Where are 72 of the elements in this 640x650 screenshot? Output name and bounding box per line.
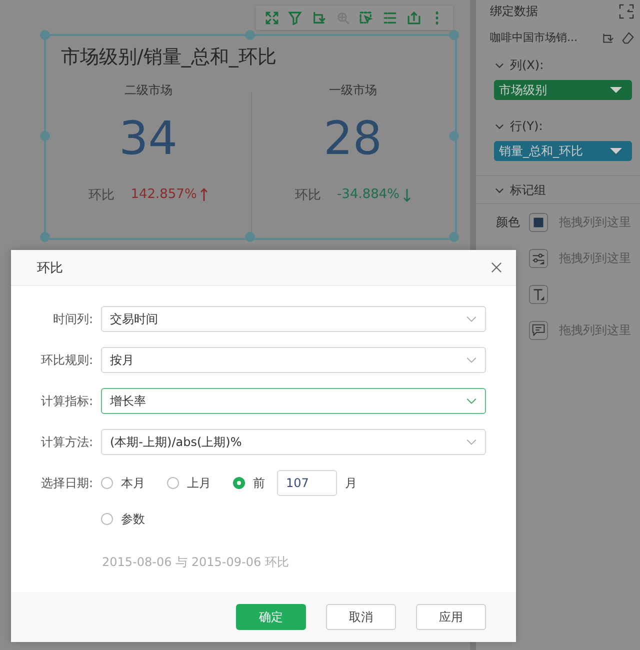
number-input[interactable]: 107 (277, 470, 337, 496)
export-icon[interactable] (406, 11, 421, 25)
close-icon[interactable] (491, 262, 502, 273)
card-title: 市场级别/销量_总和_环比 (60, 45, 278, 70)
option-label[interactable]: 参数 (121, 510, 145, 528)
field-label: 计算方法: (40, 434, 93, 450)
chevron-down-icon[interactable] (495, 61, 504, 70)
resize-handle[interactable] (449, 131, 459, 141)
resize-handle[interactable] (244, 232, 254, 242)
radio-button[interactable] (101, 477, 113, 489)
swap-icon[interactable] (619, 4, 634, 18)
dataset-name: 咖啡中国市场销... (490, 30, 578, 45)
dialog-title: 环比 (37, 260, 63, 276)
option-label[interactable]: 前 (253, 474, 265, 492)
dialog-button[interactable]: 应用 (416, 604, 486, 630)
compare-label: 环比 (294, 186, 321, 204)
metric-value: 28 (323, 113, 382, 164)
option-label[interactable]: 本月 (121, 474, 145, 492)
field-label: 选择日期: (40, 475, 93, 492)
list-icon[interactable] (382, 11, 397, 25)
slider-icon[interactable] (529, 248, 548, 268)
chevron-down-icon[interactable] (495, 122, 504, 131)
resize-handle[interactable] (244, 30, 254, 40)
select-field[interactable]: 按月 (101, 347, 486, 373)
change-value: 142.857% (130, 187, 197, 202)
select-field[interactable]: 增长率 (101, 388, 486, 414)
swap-axes-icon[interactable] (312, 11, 326, 25)
section-label: 行(Y): (510, 118, 543, 135)
chevron-down-icon[interactable] (466, 316, 477, 322)
field-pill[interactable]: 市场级别 (494, 80, 632, 100)
radio-button[interactable] (167, 477, 179, 489)
compare-label: 环比 (88, 186, 115, 204)
text-icon[interactable] (529, 284, 548, 304)
switch-dataset-icon[interactable] (602, 32, 614, 44)
color-swatch-icon[interactable] (529, 212, 548, 232)
field-label: 时间列: (52, 310, 93, 328)
panel-title: 绑定数据 (490, 2, 538, 20)
unit-label: 月 (345, 474, 357, 492)
field-label: 环比规则: (40, 352, 93, 368)
chevron-down-icon[interactable] (466, 398, 477, 404)
expand-icon[interactable] (264, 11, 279, 25)
tooltip-icon[interactable] (529, 320, 548, 340)
select-field[interactable]: 交易时间 (101, 306, 486, 332)
resize-handle[interactable] (40, 30, 50, 40)
metric-value: 34 (118, 113, 178, 164)
drop-zone-hint: 拖拽列到这里 (559, 214, 631, 230)
summary-text: 2015-08-06 与 2015-09-06 环比 (102, 554, 290, 571)
dialog-button[interactable]: 取消 (326, 604, 396, 630)
metric-label: 二级市场 (124, 82, 172, 99)
select-field[interactable]: (本期-上期)/abs(上期)% (101, 429, 486, 455)
chevron-down-icon[interactable] (466, 438, 477, 446)
chevron-down-icon[interactable] (495, 186, 504, 195)
section-label: 列(X): (510, 57, 544, 74)
mark-label: 颜色 (496, 214, 521, 230)
radio-button[interactable] (233, 477, 245, 489)
drop-zone-hint: 拖拽列到这里 (559, 250, 631, 266)
drop-zone-hint: 拖拽列到这里 (559, 322, 631, 338)
resize-handle[interactable] (449, 232, 459, 242)
option-label[interactable]: 上月 (187, 474, 211, 492)
selection-icon[interactable] (359, 11, 374, 25)
field-pill[interactable]: 销量_总和_环比 (494, 141, 632, 161)
section-label: 标记组 (510, 182, 546, 199)
metric-label: 一级市场 (328, 82, 377, 99)
radio-button[interactable] (101, 513, 113, 525)
change-value: -34.884% (336, 187, 400, 202)
field-label: 计算指标: (40, 392, 93, 410)
eraser-icon[interactable] (622, 32, 634, 44)
chevron-down-icon[interactable] (466, 356, 477, 364)
filter-icon[interactable] (288, 11, 302, 25)
resize-handle[interactable] (449, 30, 459, 40)
resize-handle[interactable] (40, 232, 50, 242)
resize-handle[interactable] (40, 131, 50, 141)
